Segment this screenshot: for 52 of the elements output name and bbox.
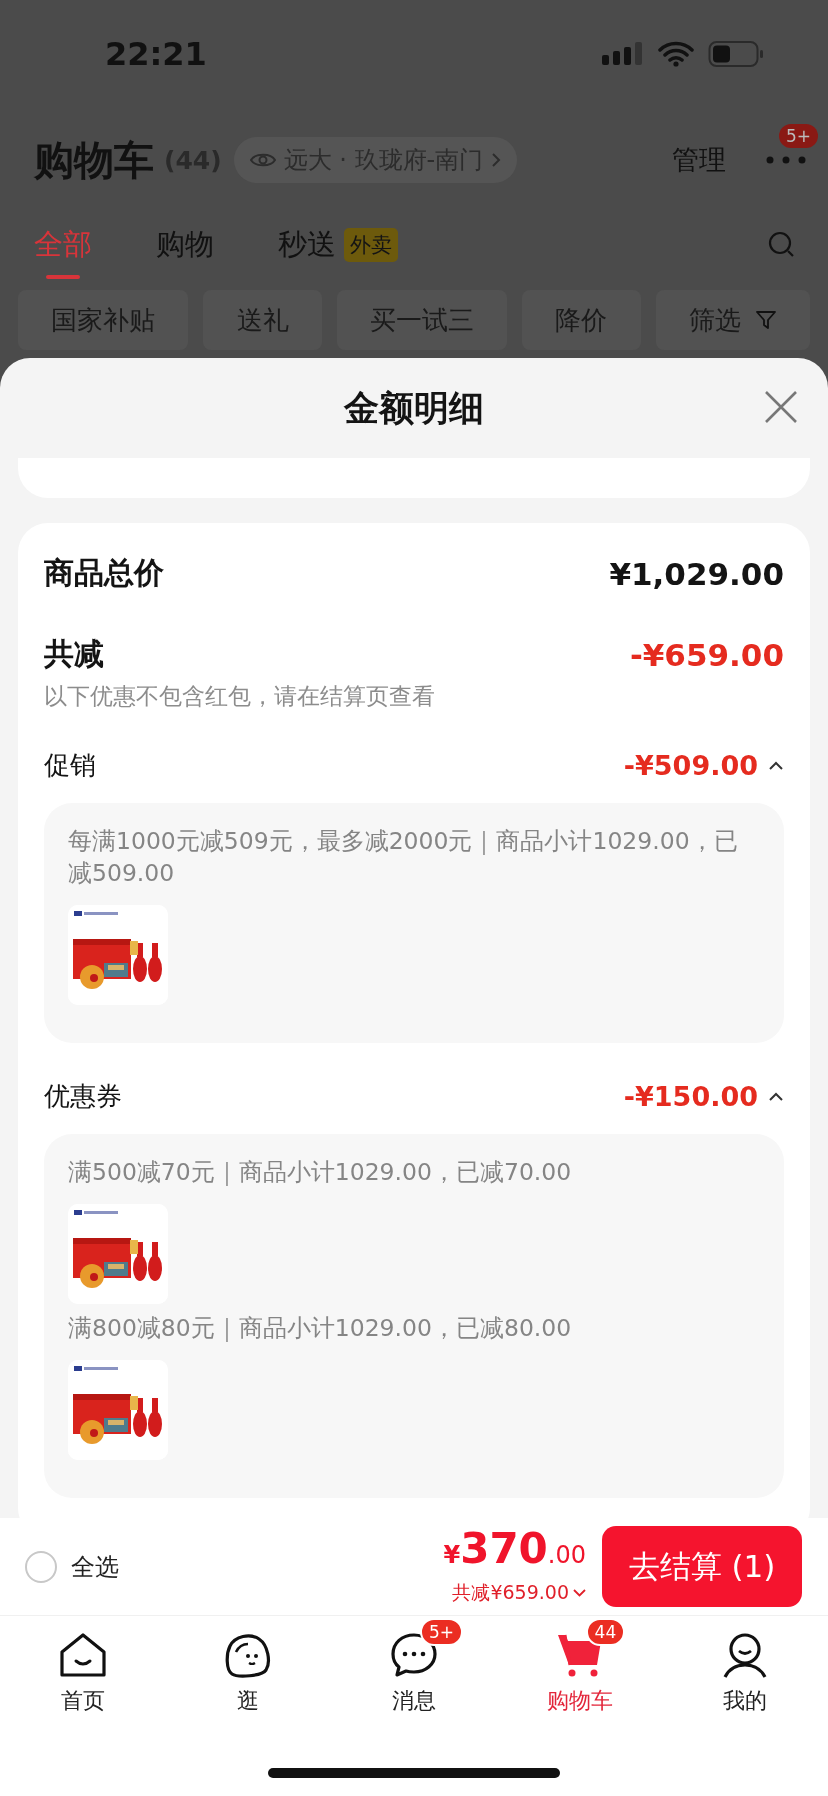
count-badge: 5+ [420, 1618, 464, 1646]
nav-item[interactable]: 消息 5+ [366, 1616, 462, 1716]
filter-chip[interactable]: 送礼 [203, 290, 322, 350]
chevron-down-icon [573, 1589, 586, 1597]
filter-chip[interactable]: 国家补贴 [18, 290, 189, 350]
funnel-icon [754, 309, 777, 331]
section-title: 促销 [44, 749, 96, 782]
nav-item[interactable]: 首页 [34, 1616, 131, 1716]
checkout-button[interactable]: 去结算 (1) [602, 1526, 802, 1607]
rule-text: 满800减80元｜商品小计1029.00，已减80.00 [68, 1313, 573, 1344]
sheet-title: 金额明细 [344, 386, 484, 430]
total-value: ¥1,029.00 [609, 555, 784, 592]
chevron-up-icon[interactable] [768, 1091, 784, 1102]
close-icon[interactable] [764, 390, 798, 424]
discount-dropdown[interactable]: 共减¥659.00 [452, 1580, 586, 1606]
signal-icon [602, 40, 644, 67]
tab[interactable]: 全部 [34, 211, 92, 279]
status-time: 22:21 [105, 34, 208, 75]
filter-chip[interactable]: 买一试三 [336, 290, 508, 350]
page-title: 购物车 [34, 135, 154, 185]
house-icon [58, 1632, 107, 1678]
tab[interactable]: 购物 [156, 211, 214, 279]
nav-item[interactable]: 购物车 44 [522, 1616, 637, 1716]
total-label: 商品总价 [44, 554, 164, 592]
discount-amount: -¥150.00 [623, 1081, 758, 1112]
count-badge: 44 [585, 1618, 626, 1646]
wifi-icon [658, 40, 694, 67]
manage-link[interactable]: 管理 [672, 142, 726, 178]
nav-item[interactable]: 逛 [200, 1616, 297, 1716]
search-icon[interactable] [768, 231, 796, 259]
rule-text: 每满1000元减509元，最多减2000元｜商品小计1029.00，已减509.00 [68, 826, 739, 889]
chevron-right-icon [491, 152, 502, 168]
filter-chip[interactable]: 降价 [522, 290, 641, 350]
nav-item[interactable]: 我的 [697, 1616, 794, 1716]
select-all-checkbox[interactable] [25, 1550, 57, 1583]
section-title: 优惠券 [44, 1080, 122, 1113]
blob-face-icon [224, 1632, 273, 1678]
tag: 外卖 [344, 228, 398, 262]
discount-value: -¥659.00 [629, 636, 784, 673]
select-all-label: 全选 [71, 1551, 119, 1583]
battery-icon [708, 39, 764, 68]
tab[interactable]: 秒送 [278, 211, 336, 279]
eye-icon [249, 151, 276, 169]
rule-text: 满500减70元｜商品小计1029.00，已减70.00 [68, 1157, 573, 1188]
more-icon[interactable] [766, 156, 806, 164]
discount-note: 以下优惠不包含红包，请在结算页查看 [44, 682, 436, 711]
discount-amount: -¥509.00 [623, 750, 758, 781]
total-price: ¥370.00 [443, 1527, 586, 1575]
chevron-up-icon[interactable] [768, 760, 784, 771]
filter-button[interactable]: 筛选 [655, 290, 811, 350]
discount-label: 共减 [44, 635, 104, 673]
notification-badge: 5+ [778, 124, 818, 148]
